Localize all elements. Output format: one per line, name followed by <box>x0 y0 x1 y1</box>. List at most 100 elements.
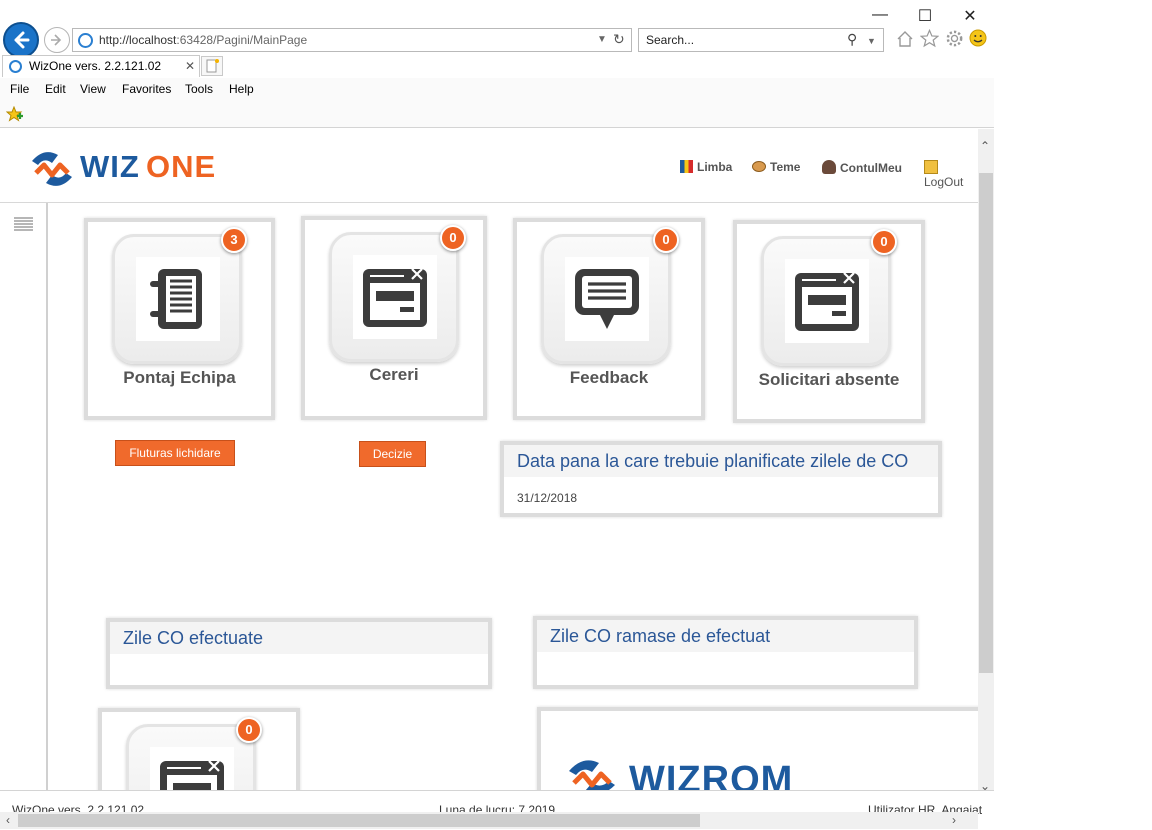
address-path: :63428/Pagini/MainPage <box>176 33 308 47</box>
nav-contul-meu[interactable]: ContulMeu <box>822 160 902 175</box>
refresh-icon[interactable]: ↻ <box>613 28 625 50</box>
wizone-logo-mark-icon <box>32 152 72 186</box>
menu-view[interactable]: View <box>80 82 106 96</box>
forward-arrow-icon <box>51 34 62 46</box>
new-tab-button[interactable] <box>201 56 223 76</box>
nav-limba-label: Limba <box>697 160 733 174</box>
tab-title: WizOne vers. 2.2.121.02 <box>29 59 162 73</box>
panel-value: 31/12/2018 <box>517 491 578 505</box>
favorites-bar <box>0 100 994 128</box>
notification-badge: 3 <box>221 227 247 253</box>
logo-text-wiz: WIZ <box>80 149 140 184</box>
add-favorite-icon[interactable] <box>6 106 24 122</box>
nav-logout-label: LogOut <box>924 175 964 189</box>
menu-help[interactable]: Help <box>229 82 254 96</box>
favorites-star-icon[interactable] <box>920 29 939 48</box>
key-icon <box>924 160 938 174</box>
scroll-right-icon[interactable]: › <box>952 813 956 827</box>
maximize-button[interactable]: ☐ <box>915 6 935 26</box>
window-request-icon <box>353 255 437 339</box>
wizrom-banner[interactable]: WIZROM <box>537 707 978 790</box>
close-button[interactable]: ✕ <box>960 6 980 26</box>
search-dropdown-icon[interactable]: ▼ <box>867 30 876 52</box>
nav-logout[interactable]: LogOut <box>924 160 978 189</box>
nav-contul-label: ContulMeu <box>840 161 902 175</box>
notification-badge: 0 <box>236 717 262 743</box>
horizontal-scrollbar[interactable]: ‹ › <box>0 812 978 829</box>
tile-feedback[interactable]: 0 Feedback <box>513 218 705 420</box>
search-box[interactable]: Search... ⚲ ▼ <box>638 28 884 52</box>
sidebar-border <box>46 203 48 790</box>
menu-bar: File Edit View Favorites Tools Help <box>0 78 994 100</box>
nav-teme[interactable]: Teme <box>752 160 800 174</box>
window-request-icon <box>785 259 869 343</box>
address-bar[interactable]: http://localhost:63428/Pagini/MainPage ▼… <box>72 28 632 52</box>
maximize-glyph: ☐ <box>917 8 933 25</box>
smiley-feedback-icon[interactable] <box>969 29 987 47</box>
tile-icon-frame <box>541 234 671 364</box>
menu-favorites[interactable]: Favorites <box>122 82 171 96</box>
nav-limba[interactable]: Limba <box>680 160 732 174</box>
minimize-glyph: — <box>872 6 888 23</box>
wizone-logo[interactable]: WIZ ONE <box>28 145 228 191</box>
vertical-scrollbar[interactable]: ⌃ ⌄ <box>978 129 994 801</box>
scrollbar-thumb[interactable] <box>979 173 993 673</box>
window-request-icon <box>150 747 234 790</box>
search-placeholder: Search... <box>646 33 695 47</box>
hscrollbar-thumb[interactable] <box>18 814 700 827</box>
new-tab-icon <box>206 59 219 73</box>
panel-zile-co-efectuate: Zile CO efectuate <box>106 618 492 689</box>
tile-label: Pontaj Echipa <box>123 368 236 387</box>
menu-tools[interactable]: Tools <box>185 82 213 96</box>
chat-bubble-icon <box>565 257 649 341</box>
browser-tab[interactable]: WizOne vers. 2.2.121.02 ✕ <box>2 55 200 77</box>
address-dropdown-icon[interactable]: ▼ <box>597 29 607 51</box>
address-url: http://localhost:63428/Pagini/MainPage <box>99 29 307 51</box>
scroll-left-icon[interactable]: ‹ <box>6 813 10 827</box>
menu-edit[interactable]: Edit <box>45 82 66 96</box>
sidebar-toggle-button[interactable] <box>14 217 33 233</box>
tile-icon-frame <box>761 236 891 366</box>
tile-solicitari-absente[interactable]: 0 Solicitari absente <box>733 220 925 423</box>
wizrom-logo-mark-icon <box>569 760 615 790</box>
wizrom-logo-text: WIZROM <box>629 759 794 790</box>
fluturas-lichidare-button[interactable]: Fluturas lichidare <box>115 440 235 466</box>
scroll-up-icon[interactable]: ⌃ <box>980 139 990 153</box>
header-divider <box>0 202 978 203</box>
panel-data-planificare: Data pana la care trebuie planificate zi… <box>500 441 942 517</box>
settings-gear-icon[interactable] <box>945 29 964 48</box>
back-arrow-icon <box>14 31 30 49</box>
page-status-bar: WizOne vers. 2.2.121.02 Luna de lucru: 7… <box>0 790 994 817</box>
notification-badge: 0 <box>653 227 679 253</box>
flag-icon <box>680 160 693 173</box>
hamburger-icon <box>14 217 33 231</box>
tab-close-icon[interactable]: ✕ <box>185 56 195 76</box>
tile-icon-frame <box>329 232 459 362</box>
tab-favicon-icon <box>9 60 22 73</box>
notification-badge: 0 <box>871 229 897 255</box>
logo-text-one: ONE <box>146 149 217 184</box>
menu-file[interactable]: File <box>10 82 29 96</box>
tile-cereri[interactable]: 0 Cereri <box>301 216 487 420</box>
tile-label: Solicitari absente <box>758 370 900 389</box>
search-icon[interactable]: ⚲ <box>847 28 857 50</box>
panel-zile-co-ramase: Zile CO ramase de efectuat <box>533 616 918 689</box>
nav-teme-label: Teme <box>770 160 801 174</box>
page-viewport: WIZ ONE Limba Teme ContulMeu LogOut 3 Po… <box>0 129 978 790</box>
forward-button[interactable] <box>44 27 70 53</box>
user-icon <box>822 160 836 174</box>
decizie-button[interactable]: Decizie <box>359 441 426 467</box>
ie-page-icon <box>78 33 93 48</box>
address-host: http://localhost <box>99 33 177 47</box>
close-glyph: ✕ <box>963 8 977 25</box>
tile-pontaj-echipa[interactable]: 3 Pontaj Echipa <box>84 218 275 420</box>
tile-absente-2[interactable]: 0 <box>98 708 300 790</box>
minimize-button[interactable]: — <box>870 6 890 24</box>
tile-icon-frame <box>112 234 242 364</box>
home-icon[interactable] <box>896 30 914 48</box>
notification-badge: 0 <box>440 225 466 251</box>
back-button[interactable] <box>3 22 39 58</box>
tile-label: Cereri <box>369 365 419 384</box>
tile-label: Feedback <box>569 368 649 387</box>
notebook-icon <box>136 257 220 341</box>
